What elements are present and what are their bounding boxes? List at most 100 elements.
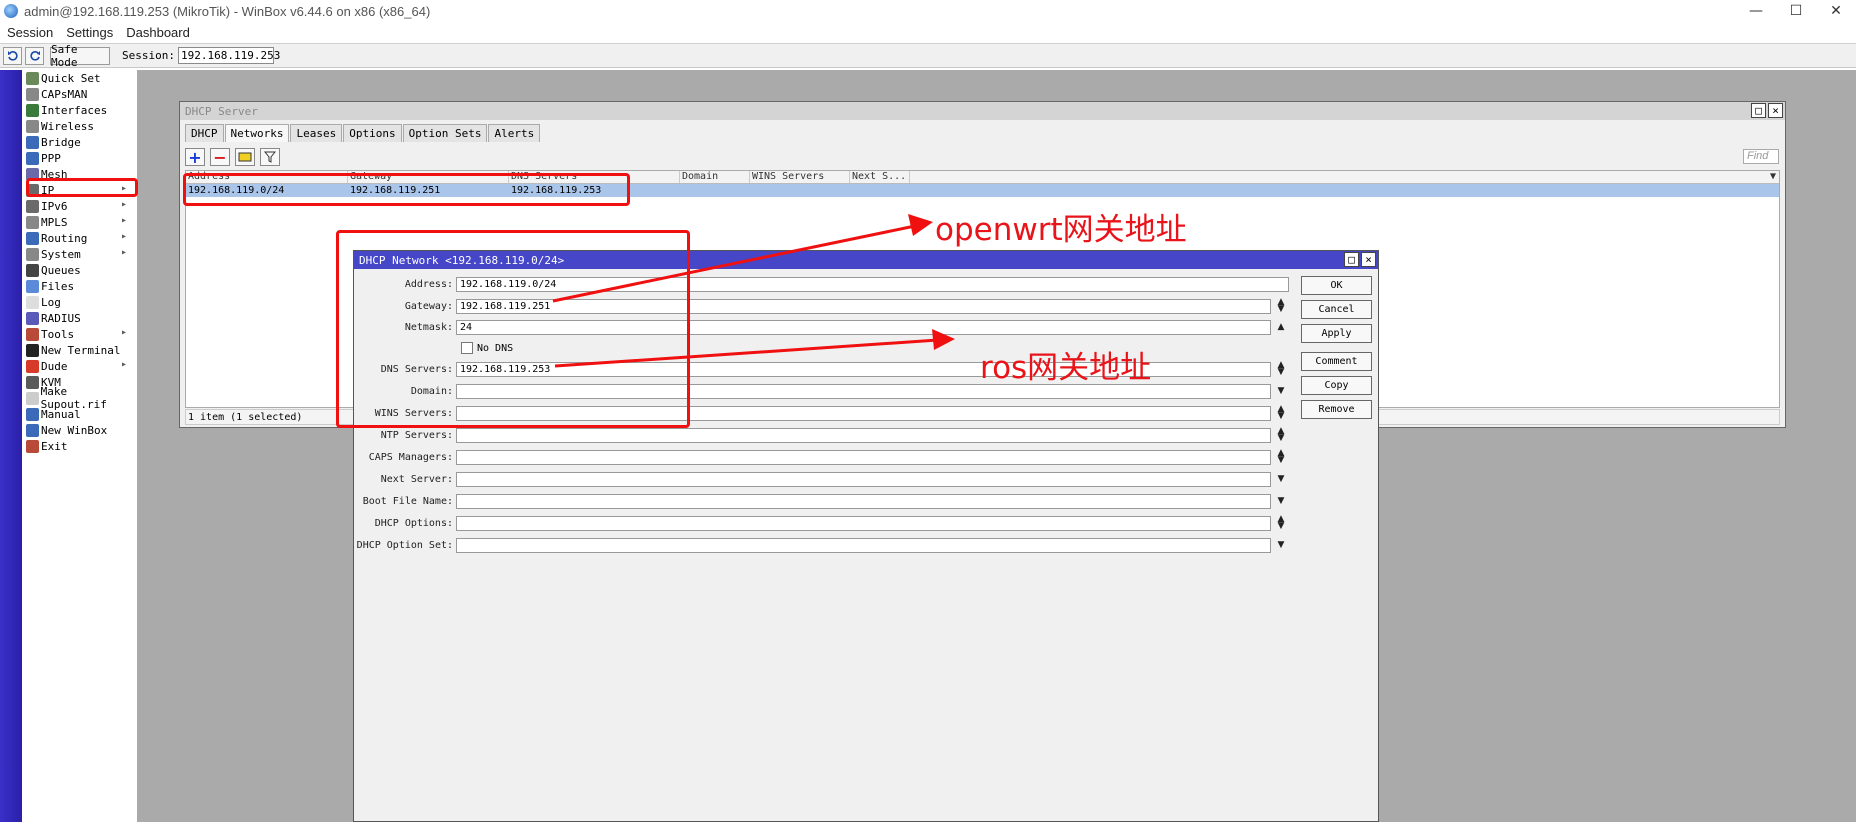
mpls-icon <box>26 215 39 229</box>
winbox-icon <box>26 423 39 437</box>
dhcp-server-title: DHCP Server <box>185 104 258 118</box>
sidebar-item-tools[interactable]: Tools ▸ <box>22 326 137 342</box>
col-wins-servers[interactable]: WINS Servers <box>750 171 850 183</box>
tab-leases[interactable]: Leases <box>290 124 343 142</box>
caps-managers-spin-icon[interactable]: ▲ ▼ <box>1275 449 1287 465</box>
columns-dropdown-icon[interactable]: ▼ <box>910 171 1779 183</box>
dhcp-option-set-dropdown-icon[interactable]: ▼ <box>1275 540 1287 550</box>
maximize-window-icon[interactable]: □ <box>1751 103 1766 118</box>
cancel-button[interactable]: Cancel <box>1301 300 1372 319</box>
tab-options[interactable]: Options <box>343 124 402 142</box>
ntp-servers-label: NTP Servers: <box>380 429 453 441</box>
sidebar-item-radius[interactable]: RADIUS <box>22 310 137 326</box>
boot-file-name-label: Boot File Name: <box>362 495 453 507</box>
dhcp-options-input[interactable] <box>456 515 1271 531</box>
menu-session[interactable]: Session <box>7 25 53 40</box>
undo-button[interactable] <box>3 46 22 65</box>
remove-button[interactable]: Remove <box>1301 400 1372 419</box>
sidebar-item-files[interactable]: Files <box>22 278 137 294</box>
minimize-button[interactable]: — <box>1736 0 1776 22</box>
dhcp-option-set-input[interactable] <box>456 537 1271 553</box>
caps-managers-input[interactable] <box>456 449 1271 465</box>
apply-button[interactable]: Apply <box>1301 324 1372 343</box>
dude-icon <box>26 359 39 373</box>
sidebar-item-new-winbox[interactable]: New WinBox <box>22 422 137 438</box>
sidebar-item-quick-set[interactable]: Quick Set <box>22 70 137 86</box>
dhcp-options-row: DHCP Options: ▲ ▼ <box>354 515 1287 531</box>
tools-icon <box>26 327 39 341</box>
dhcp-options-spin-icon[interactable]: ▲ ▼ <box>1275 515 1287 531</box>
ntp-servers-spin-icon[interactable]: ▲ ▼ <box>1275 427 1287 443</box>
sidebar-item-ipv6[interactable]: IPv6 ▸ <box>22 198 137 214</box>
sidebar-item-new-terminal[interactable]: New Terminal <box>22 342 137 358</box>
sidebar-item-system[interactable]: System ▸ <box>22 246 137 262</box>
col-domain[interactable]: Domain <box>680 171 750 183</box>
domain-dropdown-icon[interactable]: ▼ <box>1275 386 1287 396</box>
bridge-icon <box>26 135 39 149</box>
remove-button[interactable]: − <box>210 147 230 167</box>
redo-button[interactable] <box>25 46 44 65</box>
sidebar-item-log[interactable]: Log <box>22 294 137 310</box>
menu-settings[interactable]: Settings <box>66 25 113 40</box>
gateway-spin-icon[interactable]: ▲ ▼ <box>1275 298 1287 314</box>
maximize-window-icon[interactable]: □ <box>1344 252 1359 267</box>
next-server-dropdown-icon[interactable]: ▼ <box>1275 474 1287 484</box>
comment-button[interactable] <box>235 148 255 166</box>
submenu-arrow-icon: ▸ <box>120 327 127 338</box>
interfaces-icon <box>26 103 39 117</box>
sidebar-item-ppp[interactable]: PPP <box>22 150 137 166</box>
sidebar-item-label: Manual <box>41 407 81 421</box>
ntp-servers-input[interactable] <box>456 427 1271 443</box>
sidebar-item-dude[interactable]: Dude ▸ <box>22 358 137 374</box>
tab-dhcp[interactable]: DHCP <box>185 124 224 142</box>
boot-file-name-input[interactable] <box>456 493 1271 509</box>
session-input[interactable]: 192.168.119.253 <box>177 47 280 64</box>
maximize-button[interactable]: ☐ <box>1776 0 1816 22</box>
next-server-input[interactable] <box>456 471 1271 487</box>
files-icon <box>26 279 39 293</box>
menu-dashboard[interactable]: Dashboard <box>126 25 190 40</box>
dns-servers-spin-icon[interactable]: ▲ ▼ <box>1275 361 1287 377</box>
dhcp-server-titlebar[interactable]: DHCP Server □ × <box>180 102 1785 120</box>
dhcp-option-set-label: DHCP Option Set: <box>356 539 453 551</box>
sidebar-item-label: Exit <box>41 439 68 453</box>
add-button[interactable]: + <box>185 148 205 167</box>
close-window-icon[interactable]: × <box>1361 252 1376 267</box>
sidebar-item-bridge[interactable]: Bridge <box>22 134 137 150</box>
wins-servers-spin-icon[interactable]: ▲ ▼ <box>1275 405 1287 421</box>
next-server-label: Next Server: <box>380 473 453 485</box>
comment-button[interactable]: Comment <box>1301 352 1372 371</box>
sidebar-item-label: MPLS <box>41 215 68 229</box>
ok-button[interactable]: OK <box>1301 276 1372 295</box>
sidebar-item-routing[interactable]: Routing ▸ <box>22 230 137 246</box>
boot-file-name-dropdown-icon[interactable]: ▼ <box>1275 496 1287 506</box>
highlight-network-row <box>183 173 630 206</box>
sidebar-item-label: Log <box>41 295 61 309</box>
queues-icon <box>26 263 39 277</box>
supout-icon <box>26 391 39 405</box>
close-button[interactable]: ✕ <box>1816 0 1856 22</box>
minus-icon: − <box>213 147 227 167</box>
sidebar-item-queues[interactable]: Queues <box>22 262 137 278</box>
sidebar-item-wireless[interactable]: Wireless <box>22 118 137 134</box>
sidebar-item-manual[interactable]: Manual <box>22 406 137 422</box>
sidebar-item-exit[interactable]: Exit <box>22 438 137 454</box>
tab-option-sets[interactable]: Option Sets <box>402 124 488 142</box>
netmask-collapse-icon[interactable]: ▲ <box>1275 322 1287 332</box>
sidebar-item-mpls[interactable]: MPLS ▸ <box>22 214 137 230</box>
find-input[interactable]: Find <box>1743 149 1779 164</box>
copy-button[interactable]: Copy <box>1301 376 1372 395</box>
cell-domain <box>680 184 750 197</box>
sidebar-item-make-supout-rif[interactable]: Make Supout.rif <box>22 385 137 411</box>
sidebar-item-capsman[interactable]: CAPsMAN <box>22 86 137 102</box>
col-next-server[interactable]: Next S... <box>850 171 910 183</box>
tab-alerts[interactable]: Alerts <box>488 124 541 142</box>
sidebar-item-interfaces[interactable]: Interfaces <box>22 102 137 118</box>
sidebar-item-label: Files <box>41 279 75 293</box>
close-window-icon[interactable]: × <box>1768 103 1783 118</box>
tab-networks[interactable]: Networks <box>224 124 290 142</box>
sidebar-item-label: Bridge <box>41 135 81 149</box>
safe-mode-button[interactable]: Safe Mode <box>50 43 110 69</box>
kvm-icon <box>26 375 39 389</box>
filter-button[interactable] <box>260 148 280 166</box>
